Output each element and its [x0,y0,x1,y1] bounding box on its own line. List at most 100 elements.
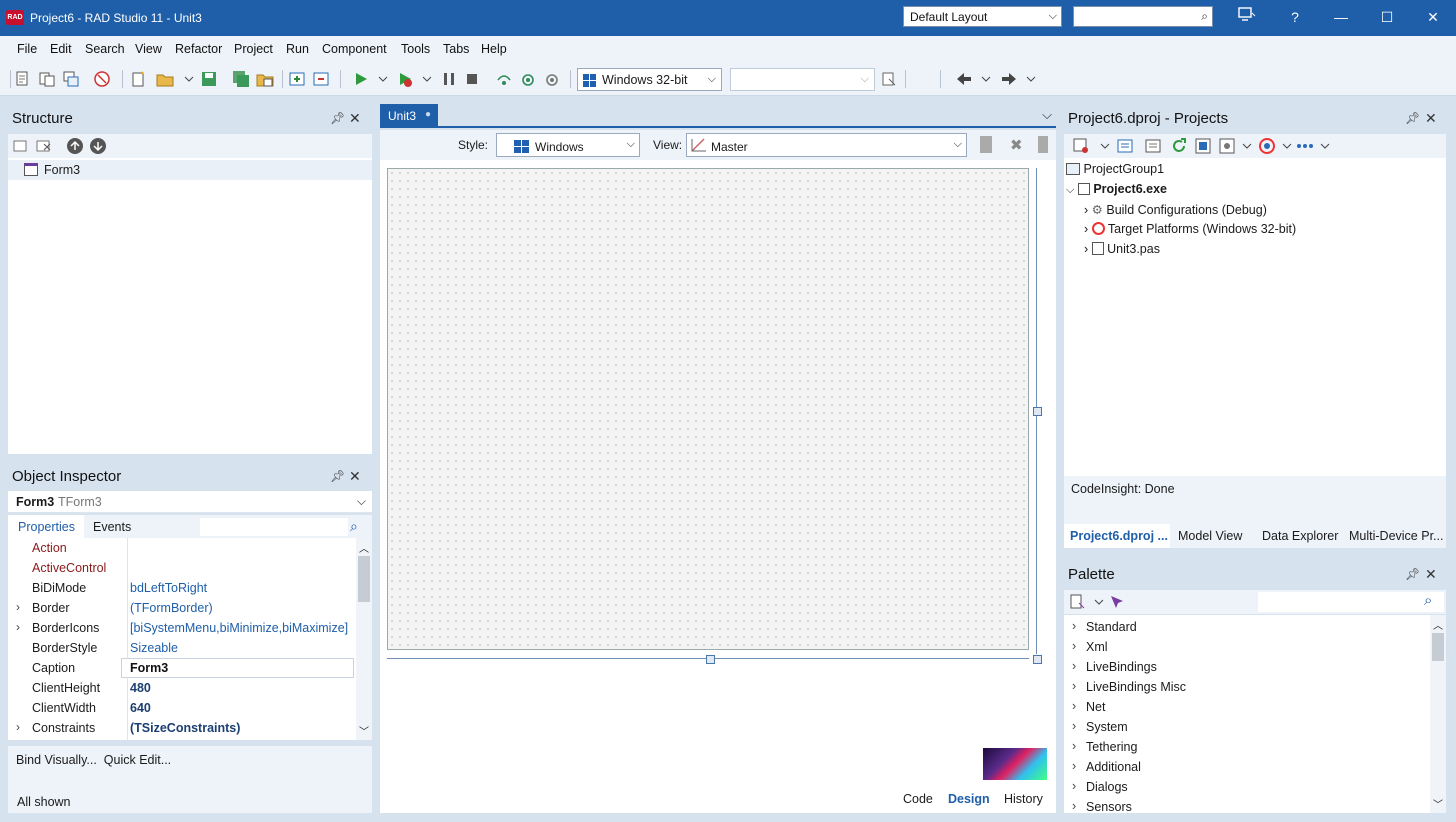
help-icon[interactable]: ? [1272,0,1318,34]
form-preview-thumbnail[interactable] [983,748,1047,780]
window-list-icon[interactable] [62,70,80,88]
run-without-debugging-icon[interactable] [396,70,414,88]
menu-tools[interactable]: Tools [401,42,430,56]
pause-icon[interactable] [440,70,458,88]
step-over-icon[interactable] [495,70,513,88]
tab-model-view[interactable]: Model View [1178,529,1242,543]
palette-category[interactable]: › Tethering [1064,737,1430,757]
chevron-down-icon[interactable] [1022,70,1040,88]
open-project-icon[interactable] [38,70,56,88]
tree-node-projectgroup[interactable]: ProjectGroup1 [1066,162,1164,176]
resize-handle-right[interactable] [1033,407,1042,416]
open-folder-icon[interactable] [156,70,174,88]
chevron-right-icon[interactable]: › [1072,699,1076,713]
scroll-down-icon[interactable]: ﹀ [1433,796,1443,811]
new-items-icon[interactable] [14,70,32,88]
palette-category[interactable]: › System [1064,717,1430,737]
chevron-right-icon[interactable]: › [1084,242,1088,256]
property-row[interactable]: BorderStyle Sizeable [8,638,356,658]
chevron-right-icon[interactable]: › [16,620,20,634]
search-icon[interactable]: ⌕ [1424,592,1432,609]
property-value[interactable]: Sizeable [130,641,178,655]
property-value[interactable]: 480 [130,681,151,695]
palette-scrollbar[interactable]: ︿ ﹀ [1430,615,1446,813]
target-platform-combo[interactable]: Windows 32-bit ⌵ [577,68,722,91]
pin-icon[interactable]: 📌︎ [1405,111,1420,125]
tab-design[interactable]: Design [948,792,990,806]
property-row[interactable]: ClientWidth 640 [8,698,356,718]
configure-icon[interactable] [1218,137,1236,155]
palette-category[interactable]: › LiveBindings Misc [1064,677,1430,697]
quick-links[interactable]: Bind Visually... Quick Edit... [16,753,171,767]
chevron-right-icon[interactable]: › [1072,759,1076,773]
pin-icon[interactable]: 📌︎ [330,111,345,125]
chevron-down-icon[interactable] [374,70,392,88]
property-row[interactable]: › Constraints (TSizeConstraints) [8,718,356,738]
stop-icon[interactable] [463,70,481,88]
tab-data-explorer[interactable]: Data Explorer [1262,529,1338,543]
chevron-right-icon[interactable]: › [1072,739,1076,753]
chevron-right-icon[interactable]: › [1072,719,1076,733]
forward-arrow-icon[interactable] [1000,70,1018,88]
remove-from-project-icon[interactable] [312,70,330,88]
chevron-down-icon[interactable] [1316,137,1334,155]
chevron-down-icon[interactable] [977,70,995,88]
remove-icon[interactable] [93,70,111,88]
device-orientation-icon[interactable] [1038,136,1048,153]
resize-handle-corner[interactable] [1033,655,1042,664]
property-row[interactable]: › Border (TFormBorder) [8,598,356,618]
property-value[interactable]: Form3 [130,661,168,675]
tab-events[interactable]: Events [93,520,131,534]
move-up-icon[interactable] [66,137,84,155]
close-button[interactable]: ✕ [1410,0,1456,34]
chevron-right-icon[interactable]: › [16,720,20,734]
chevron-down-icon[interactable] [418,70,436,88]
chevron-down-icon[interactable] [180,70,198,88]
desktop-layout-combo[interactable]: Default Layout ⌵ [903,6,1062,27]
palette-category[interactable]: › Dialogs [1064,777,1430,797]
chevron-right-icon[interactable]: › [1072,679,1076,693]
view-combo[interactable]: Master ⌵ [686,133,967,157]
menu-run[interactable]: Run [286,42,309,56]
chevron-down-icon[interactable] [1096,137,1114,155]
menu-component[interactable]: Component [322,42,387,56]
menu-edit[interactable]: Edit [50,42,72,56]
sync-icon[interactable] [1072,137,1090,155]
scroll-up-icon[interactable]: ︿ [359,540,369,555]
chevron-down-icon[interactable]: ⌵ [1066,184,1074,196]
close-icon[interactable]: ✕ [349,468,361,485]
property-row[interactable]: Action [8,538,356,558]
chevron-right-icon[interactable]: › [1072,619,1076,633]
refresh-icon[interactable] [1170,137,1188,155]
property-row[interactable]: Caption Form3 [8,658,356,678]
build-icon[interactable] [1194,137,1212,155]
tree-node-build-configurations[interactable]: › ⚙ Build Configurations (Debug) [1084,202,1267,217]
resize-handle-bottom[interactable] [706,655,715,664]
property-grid-scrollbar[interactable]: ︿ ﹀ [356,538,372,740]
chevron-right-icon[interactable]: › [1084,203,1088,217]
device-manager-icon[interactable] [880,70,898,88]
property-row[interactable]: BiDiMode bdLeftToRight [8,578,356,598]
chevron-right-icon[interactable]: › [16,600,20,614]
menu-tabs[interactable]: Tabs [443,42,469,56]
chevron-right-icon[interactable]: › [1072,659,1076,673]
chevron-down-icon[interactable] [1090,593,1108,611]
minimize-button[interactable]: — [1318,0,1364,34]
menu-file[interactable]: File [17,42,37,56]
close-icon[interactable]: ✕ [349,110,361,127]
ide-insight-icon[interactable] [1224,0,1270,34]
property-row[interactable]: ActiveControl [8,558,356,578]
pin-icon[interactable]: 📌︎ [330,469,345,483]
palette-options-icon[interactable] [1068,593,1086,611]
scroll-down-icon[interactable]: ﹀ [359,723,369,738]
palette-category[interactable]: › LiveBindings [1064,657,1430,677]
save-icon[interactable] [200,70,218,88]
back-arrow-icon[interactable] [955,70,973,88]
menu-refactor[interactable]: Refactor [175,42,222,56]
property-value[interactable]: 640 [130,701,151,715]
run-icon[interactable] [352,70,370,88]
palette-category[interactable]: › Standard [1064,617,1430,637]
tree-node-form3[interactable]: Form3 [8,160,372,180]
component-selector[interactable]: Form3 TForm3 ⌵ [8,491,372,513]
menu-project[interactable]: Project [234,42,273,56]
